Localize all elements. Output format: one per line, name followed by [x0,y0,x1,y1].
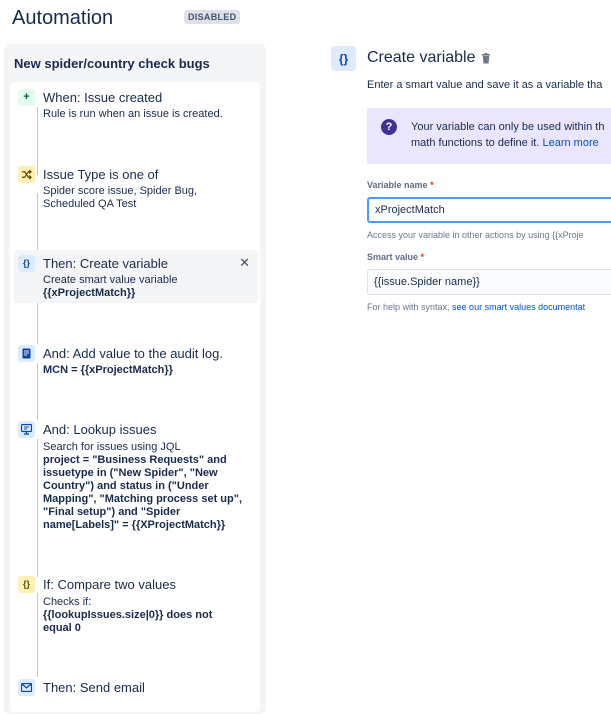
rule-component-compare-values[interactable]: {} If: Compare two values Checks if: {{l… [14,575,258,640]
email-icon [18,679,35,696]
smart-value-label: Smart value * [367,252,424,262]
search-issues-icon [18,421,35,438]
required-mark: * [420,252,425,262]
required-mark: * [430,180,434,190]
rule-component-audit-log[interactable]: And: Add value to the audit log. MCN = {… [14,344,258,384]
question-icon: ? [381,119,397,135]
smart-values-docs-link[interactable]: see our smart values documentat [452,302,585,312]
braces-icon: {} [331,46,356,71]
component-title: Then: Send email [43,680,145,695]
smart-value-input[interactable] [367,269,611,295]
rule-component-send-email[interactable]: Then: Send email [14,678,258,699]
component-description: Spider score issue, Spider Bug, Schedule… [43,185,198,210]
help-text: For help with syntax, [367,302,453,312]
component-description-text: Create smart value variable [43,274,178,286]
component-description: Create smart value variable {{xProjectMa… [43,274,243,300]
component-description: Search for issues using JQL project = "B… [43,441,243,532]
learn-more-link[interactable]: Learn more [542,137,598,149]
component-title: When: Issue created [43,90,163,105]
variable-name-label: Variable name * [367,180,434,190]
rule-name[interactable]: New spider/country check bugs [14,56,210,71]
shuffle-icon [18,166,35,183]
plus-icon: + [18,89,35,106]
component-detail: {{xProjectMatch}} [43,287,136,299]
component-description: Checks if: {{lookupIssues.size|0}} does … [43,596,233,635]
component-title: Then: Create variable [43,256,169,271]
component-description: Rule is run when an issue is created. [43,108,223,120]
component-title: Issue Type is one of [43,167,159,182]
component-description-text: Checks if: [43,596,92,608]
component-detail: MCN = {{xProjectMatch}} [43,364,173,376]
component-detail: project = "Business Requests" and issuet… [43,454,242,531]
info-message [367,108,611,164]
component-title: If: Compare two values [43,577,176,592]
rule-component-lookup-issues[interactable]: And: Lookup issues Search for issues usi… [14,420,258,535]
label-text: Variable name [367,180,428,190]
braces-icon: {} [18,576,35,593]
braces-icon: {} [18,255,35,272]
component-detail: {{lookupIssues.size|0}} does not equal 0 [43,609,213,634]
label-text: Smart value [367,252,419,262]
rule-component-condition-issue-type[interactable]: Issue Type is one of Spider score issue,… [14,165,258,215]
component-title: And: Add value to the audit log. [43,346,223,361]
info-text: math functions to define it. Learn more [411,137,599,149]
component-description-text: Search for issues using JQL [43,441,181,453]
document-icon [18,345,35,362]
rule-component-trigger[interactable]: + When: Issue created Rule is run when a… [14,88,258,128]
variable-name-input[interactable] [367,197,611,223]
info-text: Your variable can only be used within th [411,121,605,133]
info-text-prefix: math functions to define it. [411,137,543,149]
rule-component-create-variable[interactable]: {} Then: Create variable ✕ Create smart … [14,250,258,303]
editor-title: Create variable [367,49,476,66]
status-badge: DISABLED [184,10,241,24]
page-title: Automation [12,7,114,29]
editor-subtitle: Enter a smart value and save it as a var… [367,79,603,91]
variable-name-help: Access your variable in other actions by… [367,230,584,240]
smart-value-help: For help with syntax, see our smart valu… [367,302,585,312]
component-title: And: Lookup issues [43,422,157,437]
component-description: MCN = {{xProjectMatch}} [43,364,243,377]
trash-icon[interactable] [481,53,491,64]
close-icon[interactable]: ✕ [239,255,250,271]
